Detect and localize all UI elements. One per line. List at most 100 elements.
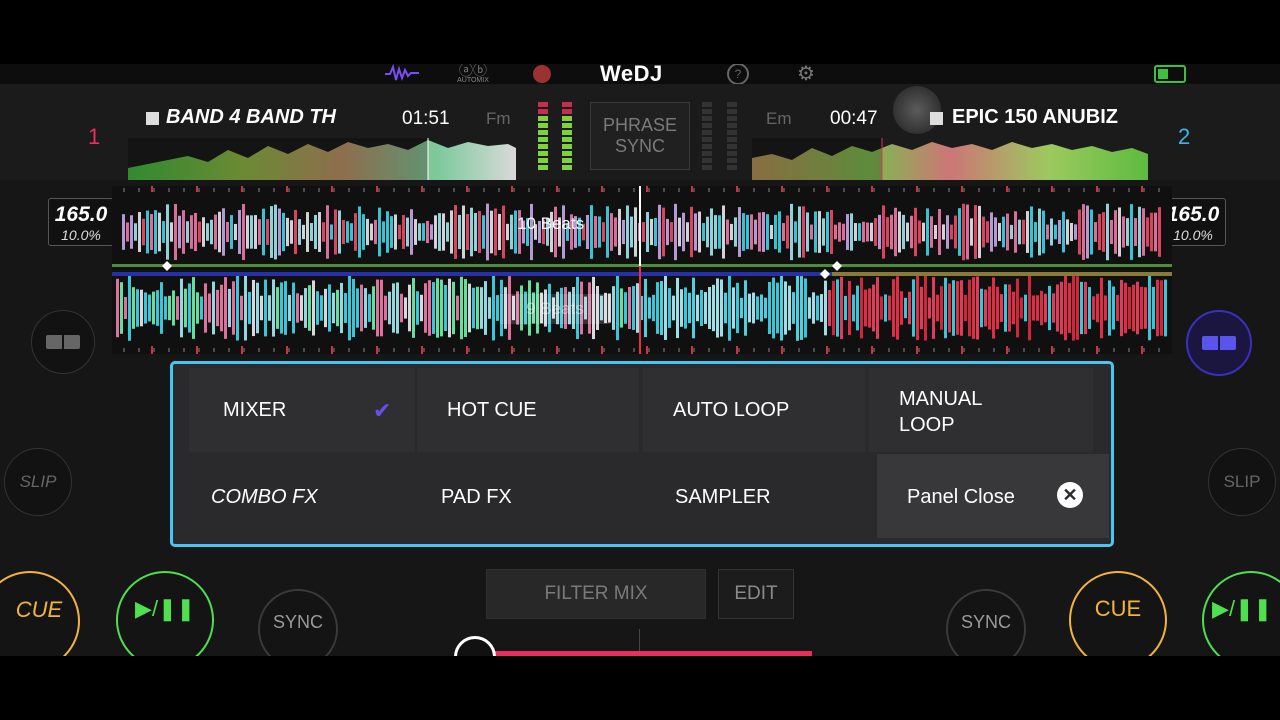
deck1-stop-icon[interactable] <box>146 112 159 125</box>
waveform-bar <box>626 205 629 259</box>
waveform-bar <box>652 294 655 322</box>
panel-close-button[interactable]: Panel Close ✕ <box>877 454 1109 538</box>
deck2-slip-button[interactable]: SLIP <box>1208 448 1276 516</box>
automix-icon[interactable]: ⓐⓑ AUTOMIX <box>454 64 492 84</box>
waveform-bar <box>900 291 903 325</box>
waveform-bar <box>1008 284 1011 332</box>
waveform-bar <box>1046 224 1049 240</box>
deck2-stop-icon[interactable] <box>930 112 943 125</box>
deck2-panel-toggle[interactable] <box>1186 310 1252 376</box>
waveform-bar <box>630 216 633 248</box>
help-icon[interactable]: ? <box>727 64 749 85</box>
waveform-bar <box>484 281 487 335</box>
waveform-bar <box>682 212 685 252</box>
waveform-bar <box>412 278 415 338</box>
loop-marker[interactable] <box>820 269 830 279</box>
waveform-bar <box>494 208 497 256</box>
deck2-title[interactable]: EPIC 150 ANUBIZ <box>952 106 1142 129</box>
waveform-bar <box>390 216 393 248</box>
waveform-bar <box>218 211 221 253</box>
waveform-bar <box>356 288 359 328</box>
waveform-bar <box>252 279 255 337</box>
edit-button[interactable]: EDIT <box>718 569 794 619</box>
waveform-bar <box>496 295 499 321</box>
record-icon[interactable] <box>533 65 551 83</box>
waveform-bar <box>132 287 135 329</box>
waveform-bar <box>840 276 843 340</box>
panel-mixer[interactable]: MIXER ✔ <box>189 368 415 452</box>
waveform-bar <box>186 221 189 243</box>
panel-mixer-label: MIXER <box>223 399 287 421</box>
loop-marker[interactable] <box>162 261 172 271</box>
waveform-bar <box>478 211 481 253</box>
waveform-bar <box>838 222 841 242</box>
waveform-bar <box>168 295 171 321</box>
waveform-bar <box>1058 220 1061 244</box>
deck2-sync-button[interactable]: SYNC <box>946 589 1026 656</box>
deck1-overview-waveform[interactable] <box>128 138 516 180</box>
main-waveform-area[interactable]: 10 Beats 9 Beats <box>112 186 1172 354</box>
deck2-play-pause-button[interactable]: ▶/❚❚ <box>1202 571 1280 656</box>
waveform-bar <box>732 287 735 329</box>
waveform-bar <box>1000 294 1003 322</box>
loop-marker[interactable] <box>832 261 842 271</box>
crossfader-knob[interactable] <box>454 636 496 656</box>
crossfader-track[interactable] <box>492 651 812 656</box>
waveform-bar <box>428 280 431 336</box>
waveform-bar <box>686 222 689 242</box>
cue-label: CUE <box>15 597 63 622</box>
deck1-cue-button[interactable]: CUE <box>0 571 80 656</box>
panel-manual-loop[interactable]: MANUAL LOOP <box>869 368 1093 452</box>
panel-toggle-icon <box>1202 336 1236 350</box>
waveform-bar <box>124 297 127 319</box>
waveform-bar <box>704 292 707 324</box>
waveform-bar <box>602 222 605 242</box>
panel-auto-loop-label: AUTO LOOP <box>673 399 790 421</box>
waveform-icon[interactable] <box>385 64 419 82</box>
settings-icon[interactable]: ⚙ <box>797 64 815 86</box>
deck2-cue-button[interactable]: CUE <box>1069 571 1167 656</box>
waveform-bar <box>942 224 945 240</box>
edit-label: EDIT <box>734 583 778 604</box>
waveform-bar <box>1144 287 1147 329</box>
panel-hot-cue[interactable]: HOT CUE <box>417 368 639 452</box>
panel-combo-fx[interactable]: COMBO FX <box>177 454 409 538</box>
waveform-bar <box>924 275 927 341</box>
waveform-bar <box>128 275 131 341</box>
waveform-bar <box>594 216 597 248</box>
waveform-bar <box>216 289 219 327</box>
deck2-overview-waveform[interactable] <box>752 138 1148 180</box>
waveform-bar <box>206 223 209 241</box>
waveform-bar <box>1146 217 1149 247</box>
panel-auto-loop[interactable]: AUTO LOOP <box>643 368 865 452</box>
deck1-bpm-display[interactable]: 165.0 10.0% <box>48 198 114 246</box>
waveform-bar <box>464 279 467 337</box>
deck1-title[interactable]: BAND 4 BAND TH <box>166 106 356 129</box>
deck1-panel-toggle[interactable] <box>31 310 95 374</box>
waveform-bar <box>1036 295 1039 321</box>
panel-pad-fx[interactable]: PAD FX <box>411 454 639 538</box>
waveform-bar <box>438 213 441 251</box>
waveform-bar <box>320 295 323 321</box>
waveform-bar <box>822 218 825 246</box>
waveform-bar <box>664 276 667 340</box>
waveform-bar <box>318 212 321 252</box>
waveform-bar <box>1022 219 1025 245</box>
loop-bar-green <box>112 264 1172 267</box>
waveform-bar <box>814 211 817 253</box>
waveform-bar <box>876 277 879 339</box>
deck1-level-meter <box>538 102 548 172</box>
panel-sampler[interactable]: SAMPLER <box>643 454 871 538</box>
check-icon: ✔ <box>373 398 392 423</box>
waveform-bar <box>498 213 501 251</box>
deck1-slip-button[interactable]: SLIP <box>4 448 72 516</box>
waveform-bar <box>360 284 363 332</box>
filter-mix-button[interactable]: FILTER MIX <box>486 569 706 619</box>
waveform-bar <box>670 222 673 242</box>
deck1-sync-button[interactable]: SYNC <box>258 589 338 656</box>
waveform-bar <box>1084 281 1087 335</box>
waveform-bar <box>926 208 929 256</box>
phrase-sync-button[interactable]: PHRASE SYNC <box>590 102 690 170</box>
waveform-bar <box>938 209 941 255</box>
deck1-play-pause-button[interactable]: ▶/❚❚ <box>116 571 214 656</box>
